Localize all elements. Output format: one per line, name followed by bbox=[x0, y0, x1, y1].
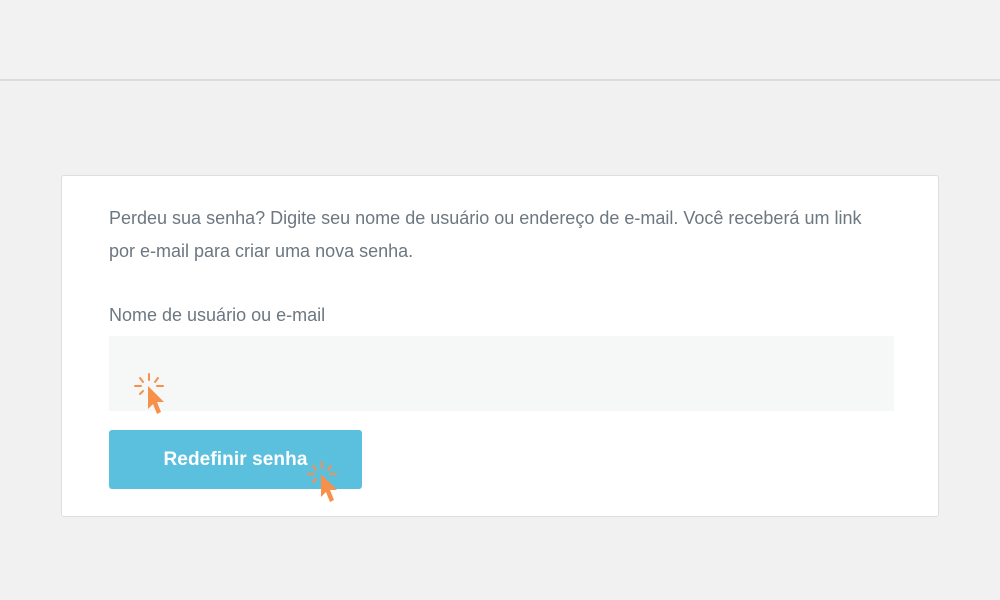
lost-password-card: Perdeu sua senha? Digite seu nome de usu… bbox=[61, 175, 939, 517]
reset-password-button[interactable]: Redefinir senha bbox=[109, 430, 362, 489]
instructions-text: Perdeu sua senha? Digite seu nome de usu… bbox=[109, 208, 862, 261]
username-email-input[interactable] bbox=[109, 336, 894, 411]
username-email-label: Nome de usuário ou e-mail bbox=[109, 305, 326, 325]
top-header-band bbox=[0, 0, 1000, 81]
